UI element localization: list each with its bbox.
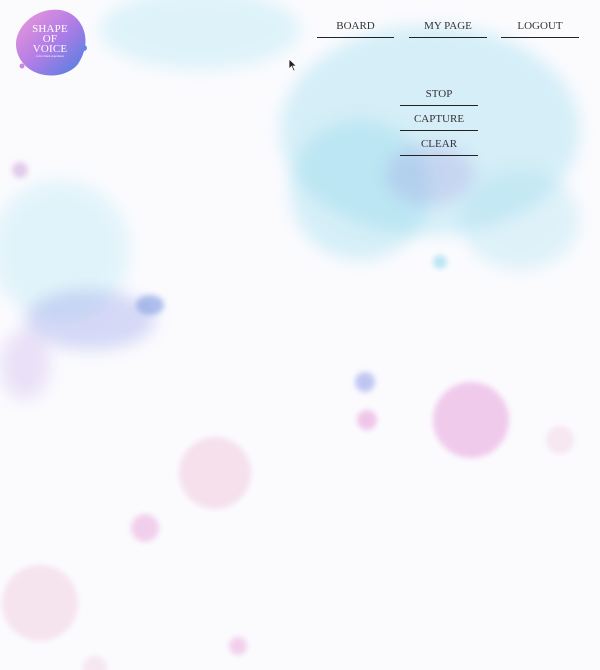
logo[interactable]: SHAPE OF VOICE voice visual experience <box>14 8 88 78</box>
clear-button[interactable]: CLEAR <box>400 138 478 156</box>
logo-text: SHAPE OF VOICE voice visual experience <box>14 24 86 59</box>
nav-board-link[interactable]: BOARD <box>317 20 394 38</box>
mouse-pointer-icon <box>288 58 298 72</box>
logo-subtitle: voice visual experience <box>35 54 65 58</box>
capture-button[interactable]: CAPTURE <box>400 113 478 131</box>
stop-button[interactable]: STOP <box>400 88 478 106</box>
nav-logout-link[interactable]: LOGOUT <box>501 20 579 38</box>
watercolor-background <box>0 0 580 670</box>
nav-mypage-link[interactable]: MY PAGE <box>409 20 487 38</box>
